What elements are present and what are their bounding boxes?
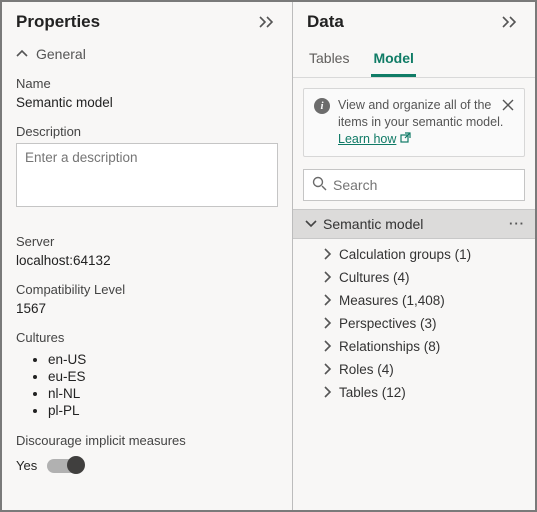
properties-panel: Properties General Name Semantic model D…: [2, 2, 292, 510]
properties-header: Properties: [2, 2, 292, 38]
info-icon: i: [314, 98, 330, 114]
tree: Calculation groups (1) Cultures (4) Meas…: [293, 239, 535, 408]
learn-how-link[interactable]: Learn how: [338, 131, 411, 148]
name-value: Semantic model: [16, 95, 278, 110]
culture-item: nl-NL: [48, 385, 278, 402]
tab-model[interactable]: Model: [371, 46, 415, 77]
chevron-double-right-icon: [258, 15, 276, 29]
info-text-wrap: View and organize all of the items in yo…: [338, 97, 514, 148]
tree-item-label: Perspectives (3): [339, 316, 437, 331]
tree-root[interactable]: Semantic model ···: [293, 209, 535, 239]
compat-value: 1567: [16, 301, 278, 316]
description-input[interactable]: [16, 143, 278, 207]
discourage-field: Discourage implicit measures: [2, 429, 292, 456]
chevron-double-right-icon: [501, 15, 519, 29]
description-label: Description: [16, 124, 278, 139]
chevron-right-icon: [323, 340, 333, 352]
tree-item-label: Tables (12): [339, 385, 406, 400]
tree-item-relationships[interactable]: Relationships (8): [323, 335, 535, 358]
description-field: Description: [2, 120, 292, 220]
toggle-knob: [67, 456, 85, 474]
collapse-data-button[interactable]: [497, 13, 523, 31]
general-label: General: [36, 46, 86, 62]
general-section-header[interactable]: General: [2, 38, 292, 72]
tree-item-label: Roles (4): [339, 362, 394, 377]
tree-item-tables[interactable]: Tables (12): [323, 381, 535, 404]
data-title: Data: [307, 12, 344, 32]
culture-item: eu-ES: [48, 368, 278, 385]
chevron-up-icon: [16, 49, 28, 59]
dismiss-info-button[interactable]: [500, 97, 516, 116]
tree-item-cultures[interactable]: Cultures (4): [323, 266, 535, 289]
search-icon: [312, 176, 327, 194]
cultures-label: Cultures: [16, 330, 278, 345]
properties-title: Properties: [16, 12, 100, 32]
culture-item: en-US: [48, 351, 278, 368]
tree-item-label: Relationships (8): [339, 339, 440, 354]
learn-how-label: Learn how: [338, 131, 396, 148]
discourage-value: Yes: [16, 458, 37, 473]
cultures-list: en-US eu-ES nl-NL pl-PL: [16, 349, 278, 419]
tree-item-perspectives[interactable]: Perspectives (3): [323, 312, 535, 335]
discourage-toggle[interactable]: [47, 459, 83, 473]
data-header: Data: [293, 2, 535, 38]
server-value: localhost:64132: [16, 253, 278, 268]
compat-field: Compatibility Level 1567: [2, 278, 292, 326]
chevron-right-icon: [323, 271, 333, 283]
chevron-right-icon: [323, 248, 333, 260]
tree-item-label: Cultures (4): [339, 270, 410, 285]
search-box[interactable]: [303, 169, 525, 201]
collapse-properties-button[interactable]: [254, 13, 280, 31]
tree-item-measures[interactable]: Measures (1,408): [323, 289, 535, 312]
tree-root-label: Semantic model: [323, 216, 423, 232]
chevron-right-icon: [323, 363, 333, 375]
tab-tables[interactable]: Tables: [307, 46, 351, 77]
search-input[interactable]: [333, 177, 516, 193]
server-label: Server: [16, 234, 278, 249]
info-text: View and organize all of the items in yo…: [338, 98, 503, 129]
culture-item: pl-PL: [48, 402, 278, 419]
info-banner: i View and organize all of the items in …: [303, 88, 525, 157]
chevron-right-icon: [323, 317, 333, 329]
data-tabs: Tables Model: [293, 38, 535, 78]
name-field: Name Semantic model: [2, 72, 292, 120]
chevron-down-icon: [305, 219, 317, 229]
external-link-icon: [400, 131, 411, 148]
data-panel: Data Tables Model i View and organize al…: [292, 2, 535, 510]
server-field: Server localhost:64132: [2, 220, 292, 278]
tree-item-roles[interactable]: Roles (4): [323, 358, 535, 381]
chevron-right-icon: [323, 386, 333, 398]
tree-item-label: Calculation groups (1): [339, 247, 471, 262]
discourage-label: Discourage implicit measures: [16, 433, 278, 448]
tree-item-calculation-groups[interactable]: Calculation groups (1): [323, 243, 535, 266]
cultures-field: Cultures en-US eu-ES nl-NL pl-PL: [2, 326, 292, 429]
more-options-button[interactable]: ···: [509, 216, 525, 231]
chevron-right-icon: [323, 294, 333, 306]
discourage-toggle-row: Yes: [2, 456, 292, 475]
name-label: Name: [16, 76, 278, 91]
close-icon: [502, 99, 514, 114]
compat-label: Compatibility Level: [16, 282, 278, 297]
tree-item-label: Measures (1,408): [339, 293, 445, 308]
